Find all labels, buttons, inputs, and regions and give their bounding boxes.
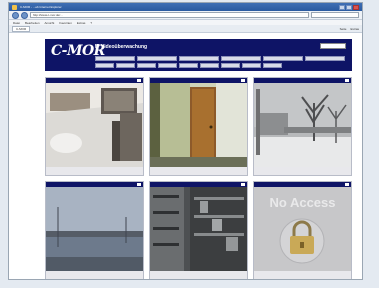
camera-tool-icon[interactable] [345,183,349,186]
camera-tile[interactable] [149,77,248,176]
main-nav [95,56,345,61]
tab-cmor[interactable]: C-MOR [12,25,31,32]
camera-tool-icon[interactable] [137,79,141,82]
menu-item-edit[interactable]: Bearbeiten [25,21,40,25]
menu-item-tools[interactable]: Extras [77,21,86,25]
tab-bar: C-MOR Seite Extras [9,25,362,33]
camera-footer [150,167,247,175]
camera-footer [254,167,351,175]
nav-item[interactable] [305,56,345,61]
subnav-item[interactable] [263,63,282,68]
tool-extras[interactable]: Extras [350,27,359,31]
subnav-item[interactable] [200,63,219,68]
winter-tree-cam [254,83,351,167]
menu-item-favorites[interactable]: Favoriten [59,21,72,25]
menu-item-file[interactable]: Datei [13,21,20,25]
tab-tools: Seite Extras [340,27,359,31]
tool-page[interactable]: Seite [340,27,347,31]
search-input[interactable] [311,12,359,18]
cmor-app: C-MOR IP Videoüberwachung No Access [45,39,352,279]
camera-tile[interactable] [253,77,352,176]
screen-background: C-MOR - ...eb Internet Explorer http://w… [0,0,379,288]
camera-footer [254,271,351,279]
subnav-item[interactable] [221,63,240,68]
subnav-item[interactable] [95,63,114,68]
camera-tile-locked[interactable]: No Access [253,181,352,279]
camera-tool-icon[interactable] [345,79,349,82]
browser-window: C-MOR - ...eb Internet Explorer http://w… [8,2,363,280]
close-button[interactable] [353,4,359,10]
camera-tool-icon[interactable] [241,183,245,186]
back-button[interactable] [12,11,19,19]
nav-item[interactable] [263,56,303,61]
camera-tool-icon[interactable] [241,79,245,82]
browser-app-icon [12,4,17,10]
warehouse-shelf-cam [150,187,247,271]
camera-tile[interactable] [149,181,248,279]
subnav-item[interactable] [116,63,135,68]
maximize-button[interactable] [346,4,352,10]
subnav-item[interactable] [137,63,156,68]
language-select[interactable] [320,43,346,49]
camera-footer [46,167,143,175]
sub-nav [95,63,282,68]
subnav-item[interactable] [158,63,177,68]
no-access-panel: No Access [254,187,351,271]
app-header: C-MOR IP Videoüberwachung [45,39,352,71]
nav-item[interactable] [137,56,177,61]
nav-item[interactable] [95,56,135,61]
forward-button[interactable] [21,11,28,19]
camera-footer [150,271,247,279]
snow-room-cam [46,83,143,167]
browser-navbar: http://www.c-mor.de/... [9,11,362,20]
menu-item-help[interactable]: ? [90,21,92,25]
lake-cam [46,187,143,271]
browser-titlebar: C-MOR - ...eb Internet Explorer [9,3,362,11]
menu-item-view[interactable]: Ansicht [45,21,55,25]
door-cam [150,83,247,167]
padlock-icon [279,218,325,264]
window-title: C-MOR - ...eb Internet Explorer [20,5,62,9]
nav-item[interactable] [179,56,219,61]
subnav-item[interactable] [179,63,198,68]
camera-grid: No Access [45,77,352,279]
camera-tile[interactable] [45,77,144,176]
nav-item[interactable] [221,56,261,61]
address-bar[interactable]: http://www.c-mor.de/... [30,12,309,18]
camera-tool-icon[interactable] [137,183,141,186]
camera-footer [46,271,143,279]
minimize-button[interactable] [339,4,345,10]
app-title: IP Videoüberwachung [95,44,148,50]
camera-tile[interactable] [45,181,144,279]
subnav-item[interactable] [242,63,261,68]
page-content: C-MOR IP Videoüberwachung No Access [9,33,362,279]
